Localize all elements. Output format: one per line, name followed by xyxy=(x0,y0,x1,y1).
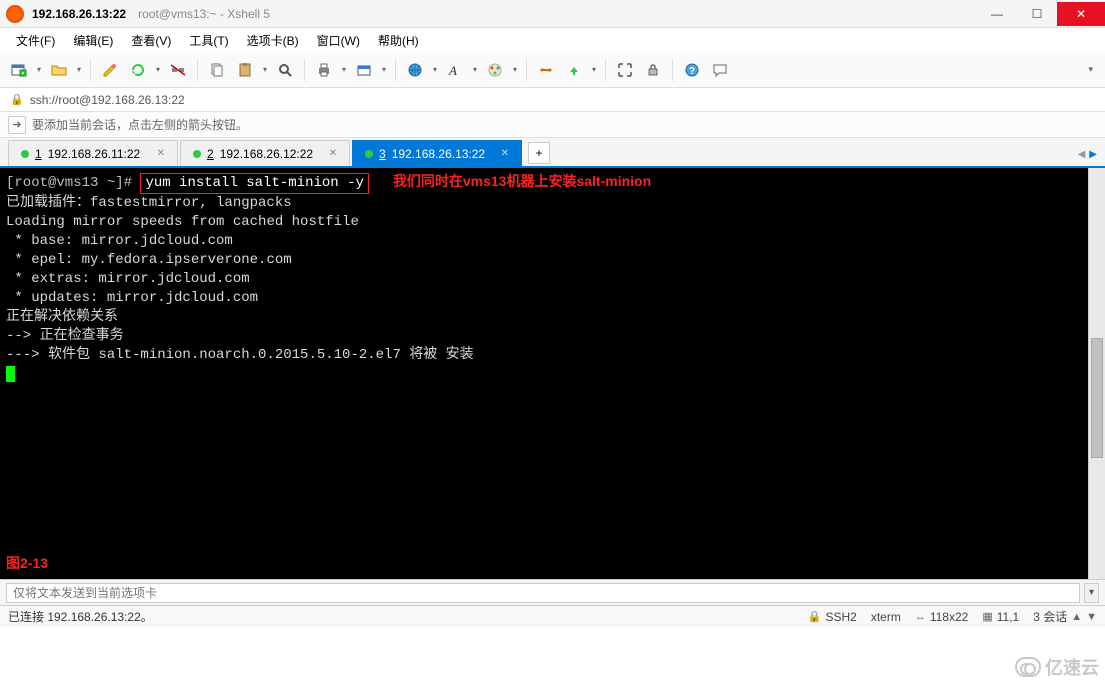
tab-number: 3 xyxy=(379,147,386,161)
compose-button[interactable] xyxy=(533,57,559,83)
terminal-line: --> 正在检查事务 xyxy=(6,328,124,344)
menu-bar: 文件(F) 编辑(E) 查看(V) 工具(T) 选项卡(B) 窗口(W) 帮助(… xyxy=(0,28,1105,52)
tab-2[interactable]: 2 192.168.26.12:22 ✕ xyxy=(180,140,350,166)
paste-button[interactable]: ▾ xyxy=(232,57,270,83)
terminal-line: 正在解决依赖关系 xyxy=(6,309,118,325)
status-connected: 已连接 192.168.26.13:22。 xyxy=(8,608,153,625)
svg-text:?: ? xyxy=(689,66,695,77)
print-button[interactable]: ▾ xyxy=(311,57,349,83)
lock-button[interactable] xyxy=(640,57,666,83)
tab-label: 192.168.26.12:22 xyxy=(220,147,313,161)
disconnect-button[interactable] xyxy=(165,57,191,83)
tab-close-icon[interactable]: ✕ xyxy=(157,148,165,159)
menu-view[interactable]: 查看(V) xyxy=(123,30,179,51)
terminal-line: * updates: mirror.jdcloud.com xyxy=(6,290,258,306)
up-icon[interactable]: ▲ xyxy=(1071,611,1082,623)
tab-add-button[interactable]: + xyxy=(528,142,550,164)
menu-help[interactable]: 帮助(H) xyxy=(370,30,427,51)
annotation: 我们同时在vms13机器上安装salt-minion xyxy=(393,173,651,189)
watermark: 亿速云 xyxy=(1015,654,1099,680)
menu-tabs[interactable]: 选项卡(B) xyxy=(239,30,307,51)
status-dot-icon xyxy=(21,150,29,158)
terminal-line: ---> 软件包 salt-minion.noarch.0.2015.5.10-… xyxy=(6,347,474,363)
terminal-line: * extras: mirror.jdcloud.com xyxy=(6,271,250,287)
properties-button[interactable]: ▾ xyxy=(351,57,389,83)
lock-icon: 🔒 xyxy=(808,610,822,623)
tab-label: 192.168.26.11:22 xyxy=(48,147,141,161)
window-title-sub: root@vms13:~ - Xshell 5 xyxy=(138,7,270,21)
terminal-scrollbar[interactable] xyxy=(1088,168,1105,579)
terminal-line: 已加载插件：fastestmirror, langpacks xyxy=(6,195,292,211)
hint-bar: ➜ 要添加当前会话，点击左侧的箭头按钮。 xyxy=(0,112,1105,138)
send-bar: ▾ xyxy=(0,579,1105,605)
terminal-line: Loading mirror speeds from cached hostfi… xyxy=(6,214,359,230)
menu-window[interactable]: 窗口(W) xyxy=(309,30,368,51)
reconnect-button[interactable]: ▾ xyxy=(125,57,163,83)
new-session-button[interactable]: ▾ xyxy=(6,57,44,83)
add-session-arrow[interactable]: ➜ xyxy=(8,116,26,134)
status-term: xterm xyxy=(871,610,901,624)
chat-button[interactable] xyxy=(707,57,733,83)
watermark-icon xyxy=(1015,657,1041,677)
status-bar: 已连接 192.168.26.13:22。 🔒SSH2 xterm ↔118x2… xyxy=(0,605,1105,627)
terminal-area: [root@vms13 ~]# yum install salt-minion … xyxy=(0,168,1105,579)
tab-nav[interactable]: ◀▶ xyxy=(1078,149,1097,160)
find-button[interactable] xyxy=(272,57,298,83)
copy-button[interactable] xyxy=(204,57,230,83)
menu-tools[interactable]: 工具(T) xyxy=(181,30,236,51)
status-sessions: 3 会话 ▲ ▼ xyxy=(1033,608,1097,625)
cursor xyxy=(6,366,15,382)
figure-label: 图2-13 xyxy=(6,554,48,573)
transfer-button[interactable]: ▾ xyxy=(561,57,599,83)
scrollbar-thumb[interactable] xyxy=(1091,338,1103,458)
status-dot-icon xyxy=(365,150,373,158)
fullscreen-button[interactable] xyxy=(612,57,638,83)
tab-1[interactable]: 1 192.168.26.11:22 ✕ xyxy=(8,140,178,166)
font-button[interactable]: A▾ xyxy=(442,57,480,83)
maximize-button[interactable]: ☐ xyxy=(1017,2,1057,26)
tab-number: 2 xyxy=(207,147,214,161)
watermark-text: 亿速云 xyxy=(1045,654,1099,680)
size-icon: ↔ xyxy=(915,611,926,623)
close-button[interactable]: ✕ xyxy=(1057,2,1105,26)
hint-text: 要添加当前会话，点击左侧的箭头按钮。 xyxy=(32,116,248,133)
terminal-line: * epel: my.fedora.ipserverone.com xyxy=(6,252,292,268)
toolbar: ▾ ▾ ▾ ▾ ▾ ▾ ▾ A▾ ▾ ▾ ? ▾ xyxy=(0,52,1105,88)
status-dot-icon xyxy=(193,150,201,158)
tab-label: 192.168.26.13:22 xyxy=(392,147,485,161)
open-session-button[interactable]: ▾ xyxy=(46,57,84,83)
address-text[interactable]: ssh://root@192.168.26.13:22 xyxy=(30,93,185,107)
send-dropdown[interactable]: ▾ xyxy=(1084,583,1099,603)
title-bar: 192.168.26.13:22 root@vms13:~ - Xshell 5… xyxy=(0,0,1105,28)
status-pos: ▦11,1 xyxy=(982,610,1019,624)
tab-bar: 1 192.168.26.11:22 ✕ 2 192.168.26.12:22 … xyxy=(0,138,1105,168)
send-input[interactable] xyxy=(6,583,1080,603)
terminal[interactable]: [root@vms13 ~]# yum install salt-minion … xyxy=(0,168,1088,579)
color-button[interactable]: ▾ xyxy=(482,57,520,83)
lock-icon: 🔒 xyxy=(10,93,24,106)
status-size: ↔118x22 xyxy=(915,610,968,624)
tab-close-icon[interactable]: ✕ xyxy=(329,148,337,159)
tab-3[interactable]: 3 192.168.26.13:22 ✕ xyxy=(352,140,522,166)
edit-button[interactable] xyxy=(97,57,123,83)
app-icon xyxy=(6,5,24,23)
status-proto: 🔒SSH2 xyxy=(808,610,857,624)
menu-edit[interactable]: 编辑(E) xyxy=(65,30,121,51)
tab-number: 1 xyxy=(35,147,42,161)
command-highlight: yum install salt-minion -y xyxy=(140,173,368,194)
down-icon[interactable]: ▼ xyxy=(1086,611,1097,623)
minimize-button[interactable]: — xyxy=(977,2,1017,26)
address-bar: 🔒 ssh://root@192.168.26.13:22 xyxy=(0,88,1105,112)
svg-text:A: A xyxy=(448,63,457,78)
menu-file[interactable]: 文件(F) xyxy=(8,30,63,51)
globe-button[interactable]: ▾ xyxy=(402,57,440,83)
toolbar-overflow[interactable]: ▾ xyxy=(1088,64,1099,75)
prompt: [root@vms13 ~]# xyxy=(6,175,132,191)
grid-icon: ▦ xyxy=(982,610,992,623)
help-button[interactable]: ? xyxy=(679,57,705,83)
terminal-line: * base: mirror.jdcloud.com xyxy=(6,233,233,249)
window-title-main: 192.168.26.13:22 xyxy=(32,7,126,21)
tab-close-icon[interactable]: ✕ xyxy=(501,148,509,159)
